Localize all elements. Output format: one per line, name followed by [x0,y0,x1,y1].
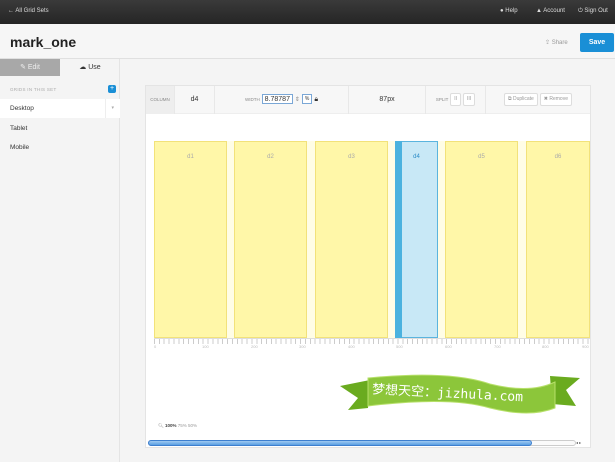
resize-handle[interactable] [395,141,402,338]
share-label: Share [551,40,568,46]
zoom-50[interactable]: 50% [188,423,197,428]
zoom-controls: 🔍︎ 100% 75% 50% [158,423,197,429]
split-three-button[interactable]: III [463,92,476,106]
duplicate-label: Duplicate [512,95,534,102]
remove-label: Remove [549,95,568,102]
chevron-down-icon[interactable]: ▾ [105,99,114,118]
tab-edit-label: Edit [27,64,40,71]
ruler-tick: 900 [582,344,589,349]
grid-column-d1[interactable]: d1 [154,141,227,338]
tab-edit[interactable]: ✎ Edit [0,59,60,76]
sign-out-label: Sign Out [584,8,608,14]
grid-column-d3[interactable]: d3 [315,141,388,338]
remove-button[interactable]: ✖ Remove [539,92,572,106]
ruler-tick: 100 [202,344,209,349]
split-label: SPLIT [435,97,449,102]
back-link[interactable]: ← All Grid Sets [8,8,49,14]
ruler-tick: 0 [154,344,157,349]
sidebar-item-mobile[interactable]: Mobile [0,138,120,157]
top-bar: ← All Grid Sets ● Help ▲ Account ⏻ Sign … [0,0,615,24]
width-label: WIDTH [244,97,260,102]
tab-use[interactable]: ☁ Use [60,59,120,76]
account-link[interactable]: ▲ Account [536,8,565,14]
column-name: d4 [175,86,215,114]
column-label: COLUMN [150,97,170,102]
column-label-cell: COLUMN [146,86,175,114]
column-toolbar: COLUMN d4 WIDTH 8.78787 ⇕ % 🔒︎ 87px SPLI… [146,86,590,114]
duplicate-button[interactable]: ⧉ Duplicate [504,92,538,106]
actions-cell: ⧉ Duplicate ✖ Remove [486,86,590,114]
ruler-tick: 400 [348,344,355,349]
save-button[interactable]: Save [580,33,614,52]
ruler-tick: 800 [542,344,549,349]
ruler-tick: 200 [251,344,258,349]
grid-column-d6[interactable]: d6 [526,141,590,338]
help-link[interactable]: ● Help [500,8,518,14]
scrollbar-thumb[interactable] [148,440,532,446]
sidebar-item-label: Desktop [10,105,34,112]
split-cell: SPLIT II III [426,86,486,114]
ruler-tick: 700 [494,344,501,349]
sign-out-link[interactable]: ⏻ Sign Out [578,8,608,15]
ruler-tick: 500 [396,344,403,349]
header: mark_one ⇪ Share Save [0,24,615,59]
grids-set-label: GRIDS IN THIS SET [10,87,57,92]
ruler [154,338,590,344]
lock-icon[interactable]: 🔒︎ [314,96,318,103]
add-grid-button[interactable]: + [108,85,116,93]
watermark-ribbon: 梦想天空：jizhula.com [340,374,580,414]
width-cell: WIDTH 8.78787 ⇕ % 🔒︎ [215,86,349,114]
sidebar-item-label: Tablet [10,125,28,132]
share-button[interactable]: ⇪ Share [545,39,568,46]
scroll-arrows[interactable]: ◂ ▸ [576,440,581,445]
magnifier-icon: 🔍︎ [158,423,164,428]
page-title: mark_one [10,34,77,50]
width-stepper[interactable]: ⇕ [295,97,300,103]
width-input[interactable]: 8.78787 [261,94,293,105]
zoom-75[interactable]: 75% [178,423,187,428]
grid-column-d5[interactable]: d5 [445,141,518,338]
px-value: 87px [349,86,426,114]
help-label: Help [505,8,518,14]
split-two-button[interactable]: II [450,92,462,106]
sidebar-item-tablet[interactable]: Tablet [0,119,120,138]
ruler-tick: 300 [299,344,306,349]
grid-column-d2[interactable]: d2 [234,141,307,338]
sidebar: ✎ Edit ☁ Use GRIDS IN THIS SET + Desktop… [0,59,120,462]
sidebar-item-label: Mobile [10,144,30,151]
ruler-tick: 600 [445,344,452,349]
unit-select[interactable]: % [301,94,313,105]
tab-use-label: Use [88,64,101,71]
sidebar-item-desktop[interactable]: Desktop ▾ [0,99,120,118]
zoom-100[interactable]: 100% [165,423,177,428]
account-label: Account [543,8,565,14]
